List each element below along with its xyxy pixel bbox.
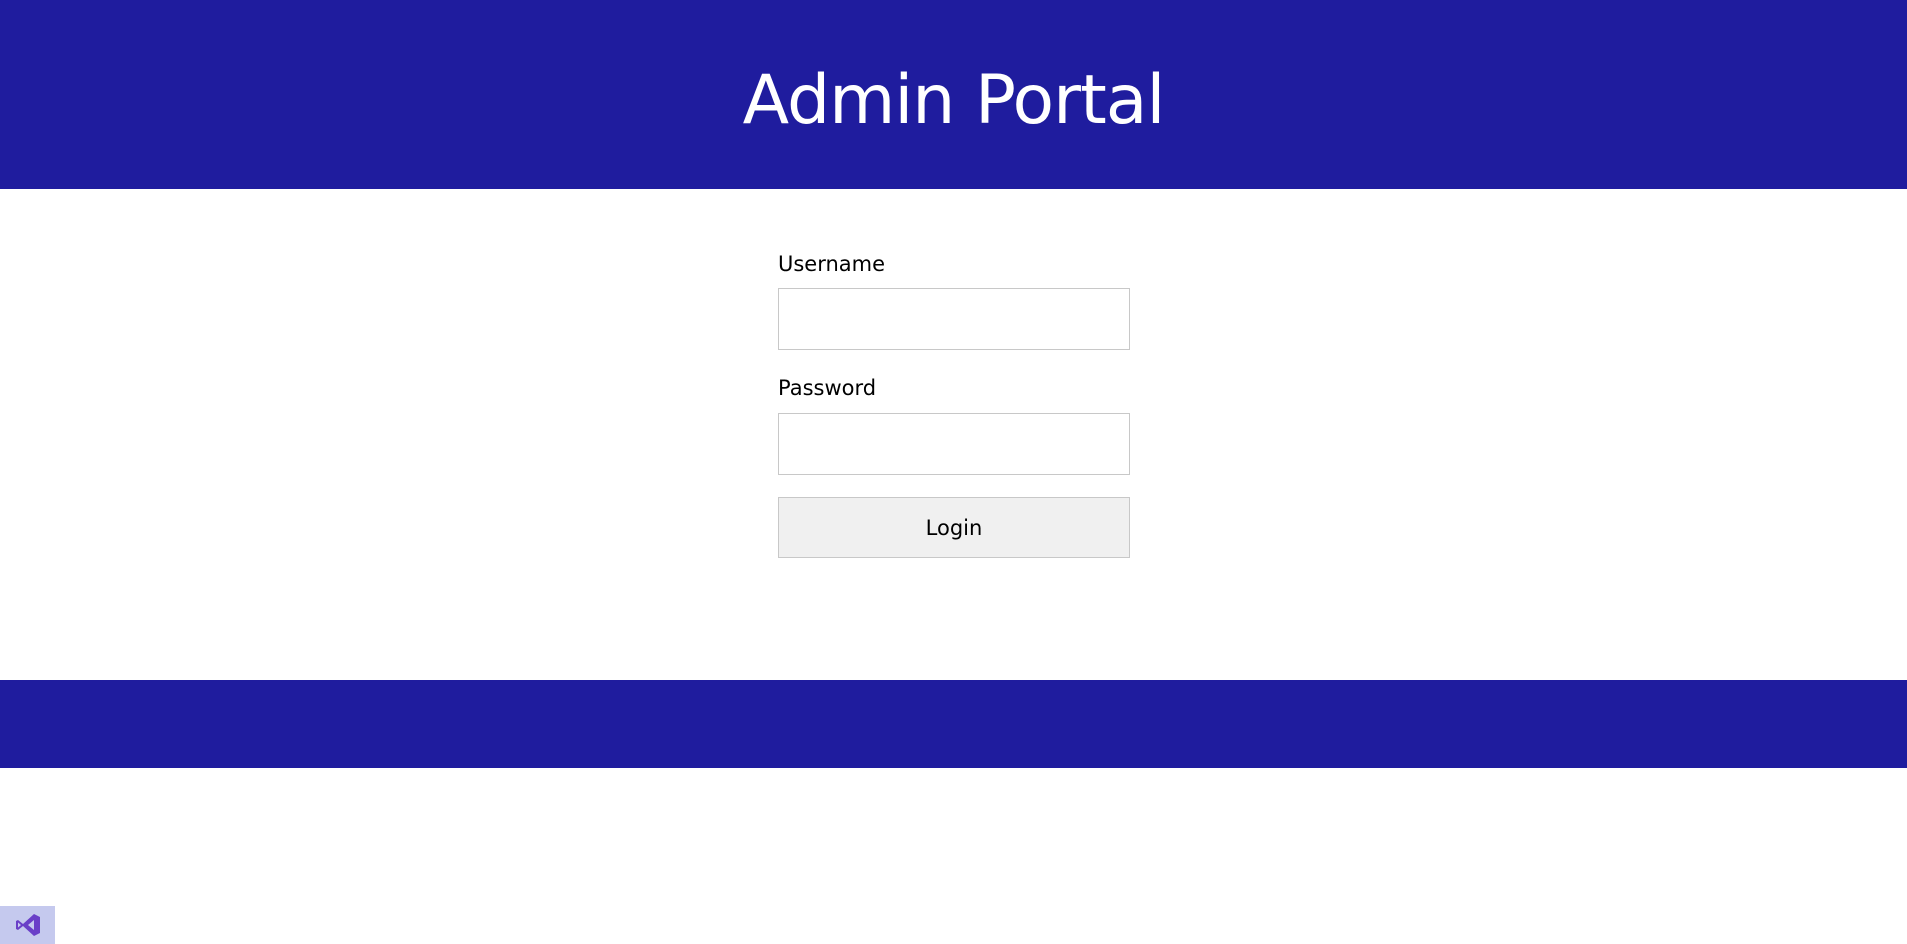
username-input[interactable] bbox=[778, 288, 1130, 350]
username-label: Username bbox=[778, 252, 886, 276]
visual-studio-badge[interactable] bbox=[0, 906, 55, 944]
site-header: Admin Portal bbox=[0, 0, 1907, 189]
site-footer bbox=[0, 680, 1907, 768]
login-button[interactable]: Login bbox=[778, 497, 1130, 558]
password-label: Password bbox=[778, 376, 877, 400]
login-form: Username Password Login bbox=[778, 250, 1130, 558]
page-title: Admin Portal bbox=[742, 60, 1166, 140]
password-input[interactable] bbox=[778, 413, 1130, 475]
visual-studio-icon bbox=[15, 914, 40, 936]
